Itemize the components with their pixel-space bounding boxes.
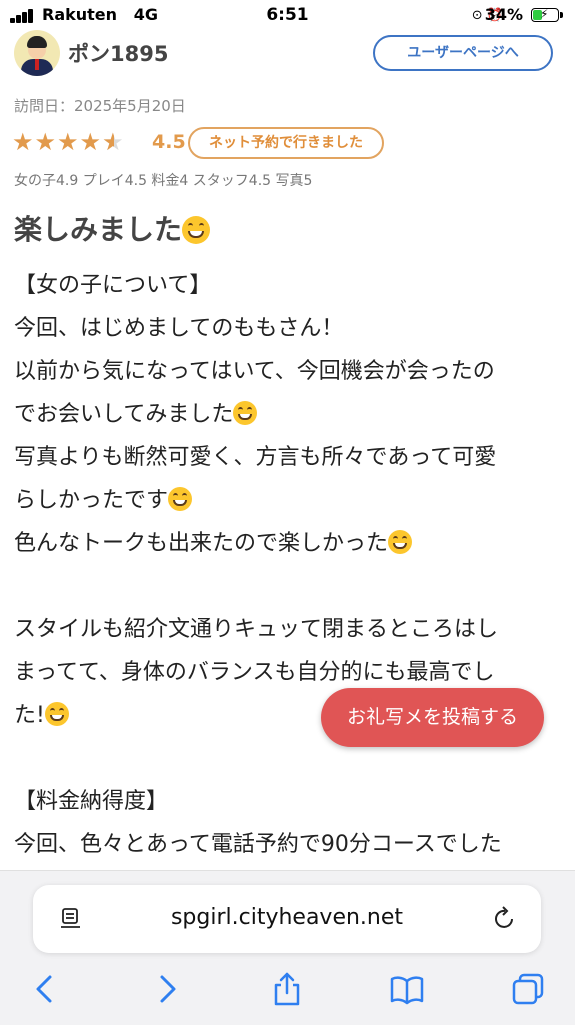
- review-body: 【女の子について】 今回、はじめましてのももさん！ 以前から気になってはいて、今…: [14, 264, 562, 866]
- review-line: スタイルも紹介文通りキュッて閉まるところはし: [14, 617, 499, 642]
- review-line: 以前から気になってはいて、今回機会が会ったの: [14, 359, 495, 384]
- back-icon[interactable]: [28, 971, 62, 1007]
- tabs-icon[interactable]: [511, 971, 545, 1007]
- orientation-lock-icon: ⊙: [471, 8, 483, 23]
- review-line: 写真よりも断然可愛く、方言も所々であって可愛: [14, 445, 497, 470]
- star-icon: ★: [57, 128, 80, 156]
- overall-score: 4.5: [152, 131, 186, 153]
- forward-icon[interactable]: [150, 971, 184, 1007]
- review-line: でお会いしてみました: [14, 393, 562, 436]
- review-title: 楽しみました: [14, 208, 211, 248]
- post-thanks-photo-button[interactable]: お礼写メを投稿する: [321, 688, 544, 747]
- half-star-icon: ★★: [102, 128, 125, 156]
- review-line: らしかったです: [14, 479, 562, 522]
- status-bar: Rakuten 4G 6:51 ⊙ ⏰ 34% ⚡: [0, 0, 575, 32]
- address-bar[interactable]: spgirl.cityheaven.net: [33, 885, 541, 953]
- share-icon[interactable]: [270, 971, 304, 1007]
- user-page-button[interactable]: ユーザーページへ: [373, 35, 553, 71]
- sub-scores: 女の子4.9 プレイ4.5 料金4 スタッフ4.5 写真5: [14, 173, 313, 189]
- browser-toolbar: spgirl.cityheaven.net: [0, 870, 575, 1025]
- review-line: 今回、はじめましてのももさん！: [14, 316, 344, 341]
- avatar[interactable]: [14, 30, 60, 76]
- reload-icon[interactable]: [493, 905, 517, 931]
- review-line: 色んなトークも出来たので楽しかった: [14, 522, 562, 565]
- grin-emoji-icon: [233, 401, 258, 425]
- battery-icon: ⚡: [531, 7, 563, 22]
- grin-emoji-icon: [182, 216, 211, 244]
- review-line: [14, 565, 562, 608]
- star-rating: ★★★★★★: [12, 128, 125, 156]
- review-line: 【料金納得度】: [14, 789, 169, 814]
- star-icon: ★: [34, 128, 58, 156]
- url-text[interactable]: spgirl.cityheaven.net: [33, 905, 541, 930]
- grin-emoji-icon: [168, 487, 193, 511]
- grin-emoji-icon: [388, 530, 413, 554]
- battery-percent: 34%: [484, 5, 523, 24]
- star-icon: ★: [79, 128, 103, 156]
- grin-emoji-icon: [44, 702, 69, 726]
- review-line: 今回、色々とあって電話予約で90分コースでした: [14, 832, 502, 857]
- review-line: 【女の子について】: [14, 273, 212, 298]
- visit-date: 訪問日：2025年5月20日: [14, 97, 186, 115]
- reviewer-name[interactable]: ポン1895: [68, 38, 168, 68]
- star-icon: ★: [12, 128, 35, 156]
- net-reservation-badge: ネット予約で行きました: [188, 127, 384, 159]
- bookmarks-icon[interactable]: [390, 971, 424, 1007]
